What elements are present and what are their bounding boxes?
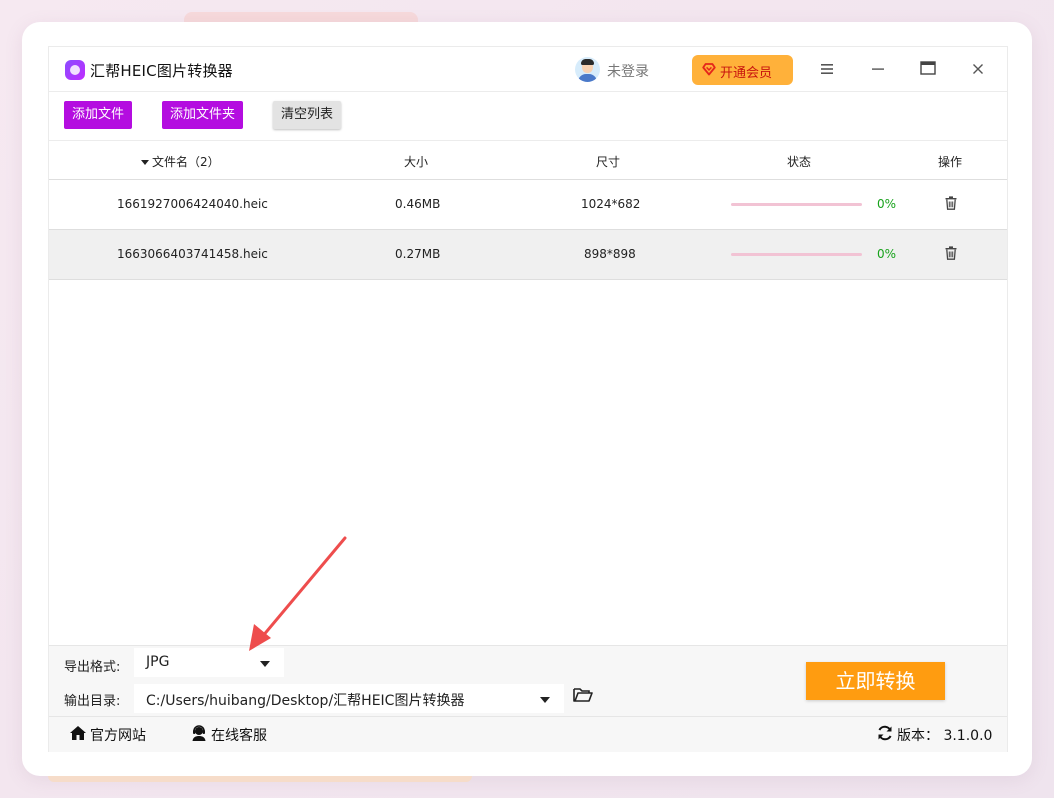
refresh-icon[interactable] (876, 724, 894, 742)
bottom-panel: 导出格式: JPG 输出目录: C:/Users/huibang/Desktop… (49, 645, 1007, 752)
output-dir-value: C:/Users/huibang/Desktop/汇帮HEIC图片转换器 (146, 693, 465, 709)
column-header-name[interactable]: 文件名（2） (141, 153, 220, 170)
user-avatar-icon[interactable] (575, 57, 600, 82)
maximize-icon[interactable] (917, 59, 939, 81)
format-value: JPG (146, 654, 170, 670)
column-header-actions: 操作 (938, 155, 963, 169)
diamond-heart-icon (702, 62, 716, 80)
table-row[interactable]: 1663066403741458.heic 0.27MB 898*898 0% (49, 230, 1007, 280)
menu-icon[interactable] (816, 59, 838, 81)
app-logo-icon (65, 60, 85, 80)
official-website-link[interactable]: 官方网站 (90, 725, 146, 745)
delete-icon[interactable] (945, 196, 957, 210)
vip-label: 开通会员 (720, 66, 773, 81)
progress-bar (731, 253, 862, 256)
clear-list-button[interactable]: 清空列表 (273, 101, 342, 129)
convert-button[interactable]: 立即转换 (806, 662, 945, 700)
app-title: 汇帮HEIC图片转换器 (90, 62, 233, 80)
format-select[interactable]: JPG (134, 648, 284, 677)
column-header-dimensions: 尺寸 (596, 155, 621, 169)
chevron-down-icon (260, 661, 270, 667)
toolbar: 添加文件 添加文件夹 清空列表 (49, 92, 1007, 141)
title-bar: 汇帮HEIC图片转换器 未登录 开通会员 (49, 47, 1007, 92)
add-file-button[interactable]: 添加文件 (64, 101, 133, 129)
file-name: 1663066403741458.heic (117, 247, 268, 261)
column-header-status: 状态 (787, 155, 812, 169)
background-decoration-bottom (48, 776, 472, 782)
online-support-link[interactable]: 在线客服 (211, 725, 267, 745)
table-row[interactable]: 1661927006424040.heic 0.46MB 1024*682 0% (49, 180, 1007, 230)
close-icon[interactable] (967, 59, 989, 81)
column-header-name-label: 文件名（2） (152, 155, 220, 169)
table-header: 文件名（2） 大小 尺寸 状态 操作 (49, 141, 1007, 180)
progress-percent: 0% (877, 197, 897, 211)
file-dimensions: 1024*682 (581, 197, 641, 211)
add-folder-button[interactable]: 添加文件夹 (162, 101, 244, 129)
vip-button[interactable]: 开通会员 (692, 55, 793, 85)
progress-percent: 0% (877, 247, 897, 261)
app-window: 汇帮HEIC图片转换器 未登录 开通会员 添加文件 添加文件夹 清空列表 文件名… (48, 46, 1008, 752)
file-dimensions: 898*898 (584, 247, 636, 261)
customer-service-icon[interactable] (190, 724, 208, 742)
login-status[interactable]: 未登录 (607, 61, 649, 81)
output-dir-label: 输出目录: (64, 694, 121, 709)
file-size: 0.46MB (395, 197, 441, 211)
column-header-size: 大小 (404, 155, 429, 169)
chevron-down-icon (540, 697, 550, 703)
file-name: 1661927006424040.heic (117, 197, 268, 211)
sort-desc-icon (141, 160, 149, 165)
file-size: 0.27MB (395, 247, 441, 261)
home-icon[interactable] (69, 724, 87, 742)
progress-bar (731, 203, 862, 206)
minimize-icon[interactable] (867, 59, 889, 81)
delete-icon[interactable] (945, 246, 957, 260)
format-label: 导出格式: (64, 660, 121, 675)
output-dir-select[interactable]: C:/Users/huibang/Desktop/汇帮HEIC图片转换器 (134, 684, 564, 713)
footer-divider (49, 716, 1007, 717)
folder-open-icon[interactable] (573, 687, 593, 703)
version-label: 版本： 3.1.0.0 (897, 728, 993, 744)
